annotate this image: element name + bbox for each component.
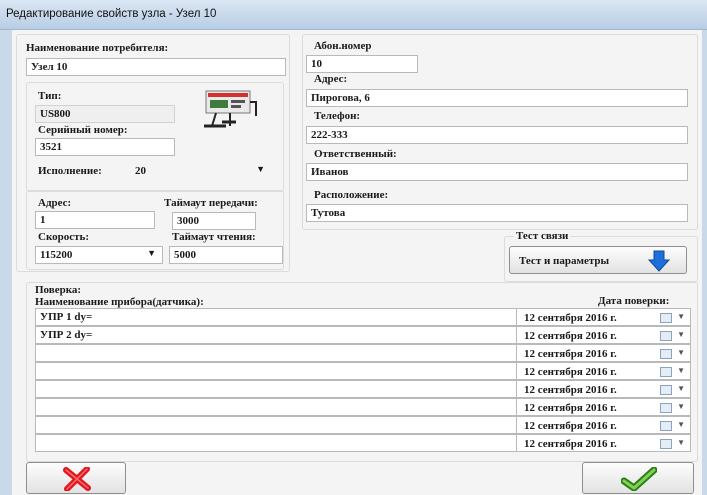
calendar-icon[interactable] [660, 439, 672, 449]
address-field[interactable]: 1 [35, 211, 155, 229]
title-bar: Редактирование свойств узла - Узел 10 [0, 0, 707, 30]
date-value: 12 сентября 2016 г. [524, 402, 617, 414]
date-value: 12 сентября 2016 г. [524, 384, 617, 396]
dialog-client: Наименование потребителя: Узел 10 Тип: U… [12, 30, 702, 495]
rx-timeout-label: Таймаут чтения: [172, 231, 256, 243]
cross-icon [63, 467, 91, 491]
date-value: 12 сентября 2016 г. [524, 420, 617, 432]
speed-value: 115200 [40, 249, 73, 261]
calibration-date-header: Дата поверки: [598, 295, 670, 307]
date-value: 12 сентября 2016 г. [524, 330, 617, 342]
calendar-icon[interactable] [660, 403, 672, 413]
rx-timeout-field[interactable]: 5000 [169, 246, 283, 264]
table-row[interactable] [35, 380, 522, 398]
phone-field[interactable]: 222-333 [306, 126, 688, 144]
date-picker[interactable]: 12 сентября 2016 г. ▼ [516, 326, 691, 344]
speed-select[interactable]: 115200 ▼ [35, 246, 163, 264]
consumer-label: Наименование потребителя: [26, 42, 169, 54]
date-value: 12 сентября 2016 г. [524, 438, 617, 450]
table-row[interactable] [35, 362, 522, 380]
speed-label: Скорость: [38, 231, 90, 243]
calendar-icon[interactable] [660, 313, 672, 323]
calendar-icon[interactable] [660, 385, 672, 395]
tx-timeout-label: Таймаут передачи: [164, 197, 258, 209]
abon-number-label: Абон.номер [314, 40, 372, 52]
device-name-cell: УПР 2 dy= [40, 329, 93, 341]
type-field: US800 [35, 105, 175, 123]
test-group-label: Тест связи [514, 230, 571, 242]
table-row[interactable]: УПР 1 dy= [35, 308, 522, 326]
date-value: 12 сентября 2016 г. [524, 366, 617, 378]
chevron-down-icon[interactable]: ▼ [677, 312, 685, 321]
window-title: Редактирование свойств узла - Узел 10 [6, 8, 217, 20]
device-image [200, 88, 260, 130]
calendar-icon[interactable] [660, 349, 672, 359]
calendar-icon[interactable] [660, 421, 672, 431]
chevron-down-icon[interactable]: ▼ [677, 438, 685, 447]
calibration-label: Поверка: [35, 284, 82, 296]
calendar-icon[interactable] [660, 367, 672, 377]
subscriber-address-field[interactable]: Пирогова, 6 [306, 89, 688, 107]
responsible-field[interactable]: Иванов [306, 163, 688, 181]
tx-timeout-field[interactable]: 3000 [172, 212, 256, 230]
chevron-down-icon[interactable]: ▼ [677, 402, 685, 411]
serial-number-field[interactable]: 3521 [35, 138, 175, 156]
date-value: 12 сентября 2016 г. [524, 312, 617, 324]
chevron-down-icon[interactable]: ▼ [677, 384, 685, 393]
phone-label: Телефон: [314, 110, 361, 122]
table-row[interactable]: УПР 2 dy= [35, 326, 522, 344]
execution-label: Исполнение: [38, 165, 102, 177]
chevron-down-icon[interactable]: ▼ [677, 366, 685, 375]
subscriber-address-label: Адрес: [314, 73, 348, 85]
date-picker[interactable]: 12 сентября 2016 г. ▼ [516, 434, 691, 452]
chevron-down-icon[interactable]: ▼ [677, 420, 685, 429]
ok-button[interactable] [582, 462, 694, 494]
checkmark-icon [621, 467, 657, 491]
date-picker[interactable]: 12 сентября 2016 г. ▼ [516, 398, 691, 416]
location-label: Расположение: [314, 189, 389, 201]
table-row[interactable] [35, 416, 522, 434]
device-name-cell: УПР 1 dy= [40, 311, 93, 323]
type-label: Тип: [38, 90, 62, 102]
date-picker[interactable]: 12 сентября 2016 г. ▼ [516, 416, 691, 434]
table-row[interactable] [35, 344, 522, 362]
table-row[interactable] [35, 398, 522, 416]
date-value: 12 сентября 2016 г. [524, 348, 617, 360]
date-picker[interactable]: 12 сентября 2016 г. ▼ [516, 344, 691, 362]
execution-select[interactable]: 20 ▼ [130, 162, 272, 180]
responsible-label: Ответственный: [314, 148, 397, 160]
test-parameters-button[interactable]: Тест и параметры [509, 246, 687, 274]
arrow-down-icon [648, 250, 670, 272]
chevron-down-icon[interactable]: ▼ [677, 348, 685, 357]
date-picker[interactable]: 12 сентября 2016 г. ▼ [516, 308, 691, 326]
chevron-down-icon[interactable]: ▼ [677, 330, 685, 339]
location-field[interactable]: Тутова [306, 204, 688, 222]
calendar-icon[interactable] [660, 331, 672, 341]
test-button-label: Тест и параметры [519, 255, 610, 267]
address-label: Адрес: [38, 197, 72, 209]
date-picker[interactable]: 12 сентября 2016 г. ▼ [516, 380, 691, 398]
chevron-down-icon[interactable]: ▼ [256, 164, 265, 174]
date-picker[interactable]: 12 сентября 2016 г. ▼ [516, 362, 691, 380]
table-row[interactable] [35, 434, 522, 452]
serial-label: Серийный номер: [38, 124, 128, 136]
cancel-button[interactable] [26, 462, 126, 494]
consumer-name-field[interactable]: Узел 10 [26, 58, 286, 76]
device-name-header: Наименование прибора(датчика): [35, 296, 204, 308]
execution-value: 20 [135, 165, 146, 177]
abon-number-field[interactable]: 10 [306, 55, 418, 73]
chevron-down-icon[interactable]: ▼ [147, 248, 156, 258]
